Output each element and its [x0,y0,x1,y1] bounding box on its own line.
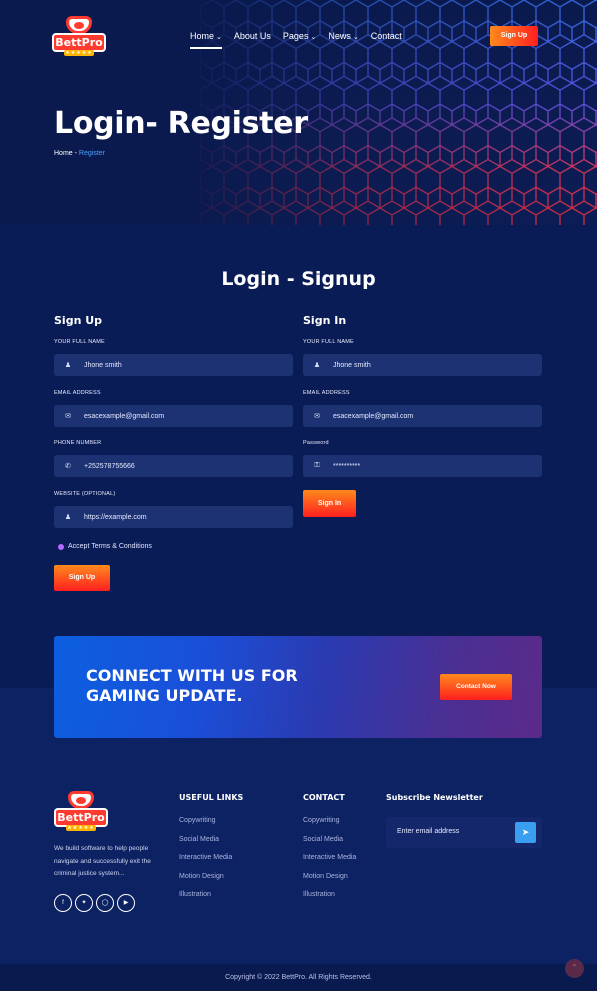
trophy-icon [66,16,92,34]
terms-checkbox[interactable]: Accept Terms & Conditions [58,543,152,550]
signup-name-field[interactable]: ♟ Jhone smith [54,354,293,376]
signup-phone-label: PHONE NUMBER [54,440,102,446]
breadcrumb-home[interactable]: Home [54,150,73,157]
signup-name-value: Jhone smith [84,361,122,369]
key-icon: ⚿ [314,462,320,469]
hero-banner: BettPro ★★★★★ Home ⌄ About Us Pages ⌄ News… [0,0,597,225]
signin-password-value: ********** [333,462,361,470]
nav-item-home[interactable]: Home ⌄ [190,31,222,49]
stars-icon: ★★★★★ [64,50,94,56]
breadcrumb-current: Register [78,150,105,157]
youtube-icon[interactable]: ▶ [117,894,135,912]
footer-link[interactable]: Copywriting [303,817,356,836]
brand-logo[interactable]: BettPro ★★★★★ [52,16,106,56]
signup-website-value: https://example.com [84,513,147,521]
footer-link[interactable]: Interactive Media [303,854,356,873]
user-icon: ♟ [313,362,321,369]
signup-phone-field[interactable]: ✆ +252578755666 [54,455,293,477]
signin-name-field[interactable]: ♟ Jhone smith [303,354,542,376]
checkbox-icon [58,543,64,550]
user-icon: ♟ [64,514,72,521]
signup-website-label: WEBSITE (OPTIONAL) [54,491,116,497]
footer-link[interactable]: Illustration [179,891,232,910]
nav-item-about[interactable]: About Us [234,31,271,41]
signup-email-label: EMAIL ADDRESS [54,390,101,396]
nav-item-label: Home [190,31,215,41]
chevron-up-icon: ⌃ [571,963,578,972]
main-nav: Home ⌄ About Us Pages ⌄ News ⌄ Contact [190,31,414,49]
nav-item-label: About Us [233,31,271,41]
nav-item-label: News [328,31,351,41]
signin-title: Sign In [303,314,347,327]
footer-link[interactable]: Motion Design [179,873,232,892]
section-title: Login - Signup [221,268,376,290]
page-title: Login- Register [54,106,308,141]
terms-label: Accept Terms & Conditions [68,543,152,550]
nav-item-label: Contact [370,31,402,41]
cta-title: CONNECT WITH US FOR GAMING UPDATE. [86,666,298,705]
footer-link[interactable]: Social Media [179,836,232,855]
signup-website-field[interactable]: ♟ https://example.com [54,506,293,528]
newsletter-form: Enter email address ➤ [386,817,542,848]
contact-list: Copywriting Social Media Interactive Med… [303,817,356,910]
nav-item-label: Pages [282,31,309,41]
footer-link[interactable]: Illustration [303,891,356,910]
phone-icon: ✆ [65,463,71,470]
useful-links-list: Copywriting Social Media Interactive Med… [179,817,232,910]
footer-logo[interactable]: BettPro ★★★★★ [54,791,108,831]
facebook-icon[interactable]: f [54,894,72,912]
footer-link[interactable]: Motion Design [303,873,356,892]
nav-item-contact[interactable]: Contact [371,31,402,41]
envelope-icon: ✉ [314,413,320,420]
cta-banner: CONNECT WITH US FOR GAMING UPDATE. Conta… [54,636,542,738]
useful-links-title: USEFUL LINKS [179,793,244,802]
signup-email-value: esacexample@gmail.com [84,412,165,420]
signin-button[interactable]: Sign In [303,490,356,517]
footer-description: We build software to help people navigat… [54,845,151,877]
chevron-down-icon: ⌄ [310,34,317,41]
send-icon[interactable]: ➤ [515,822,536,843]
signin-password-label: Password [303,440,329,446]
signin-email-label: EMAIL ADDRESS [303,390,350,396]
signup-button[interactable]: Sign Up [54,565,110,591]
social-links: f ✦ ◯ ▶ [54,894,135,912]
signup-email-field[interactable]: ✉ esacexample@gmail.com [54,405,293,427]
chevron-down-icon: ⌄ [352,34,359,41]
trophy-icon [68,791,94,809]
footer-link[interactable]: Copywriting [179,817,232,836]
newsletter-email-input[interactable]: Enter email address [397,828,459,835]
newsletter-title: Subscribe Newsletter [386,793,483,802]
contact-title: CONTACT [303,793,345,802]
chevron-down-icon: ⌄ [216,34,222,41]
envelope-icon: ✉ [65,413,71,420]
footer-link[interactable]: Social Media [303,836,356,855]
scroll-to-top-button[interactable]: ⌃ [565,959,584,978]
twitter-icon[interactable]: ✦ [75,894,93,912]
stars-icon: ★★★★★ [66,825,96,831]
copyright: Copyright © 2022 BettPro. All Rights Res… [0,964,597,991]
signin-email-field[interactable]: ✉ esacexample@gmail.com [303,405,542,427]
signin-password-field[interactable]: ⚿ ********** [303,455,542,477]
footer-link[interactable]: Interactive Media [179,854,232,873]
signin-name-label: YOUR FULL NAME [303,339,354,345]
header-signup-button[interactable]: Sign Up [490,26,538,46]
signin-name-value: Jhone smith [333,361,371,369]
nav-item-news[interactable]: News ⌄ [328,31,358,41]
contact-now-button[interactable]: Contact Now [440,674,512,700]
signup-name-label: YOUR FULL NAME [54,339,105,345]
nav-item-pages[interactable]: Pages ⌄ [283,31,316,41]
breadcrumb: Home - Register [54,150,105,157]
signin-email-value: esacexample@gmail.com [333,412,414,420]
instagram-icon[interactable]: ◯ [96,894,114,912]
signup-title: Sign Up [54,314,103,327]
signup-phone-value: +252578755666 [84,462,135,470]
user-icon: ♟ [64,362,72,369]
